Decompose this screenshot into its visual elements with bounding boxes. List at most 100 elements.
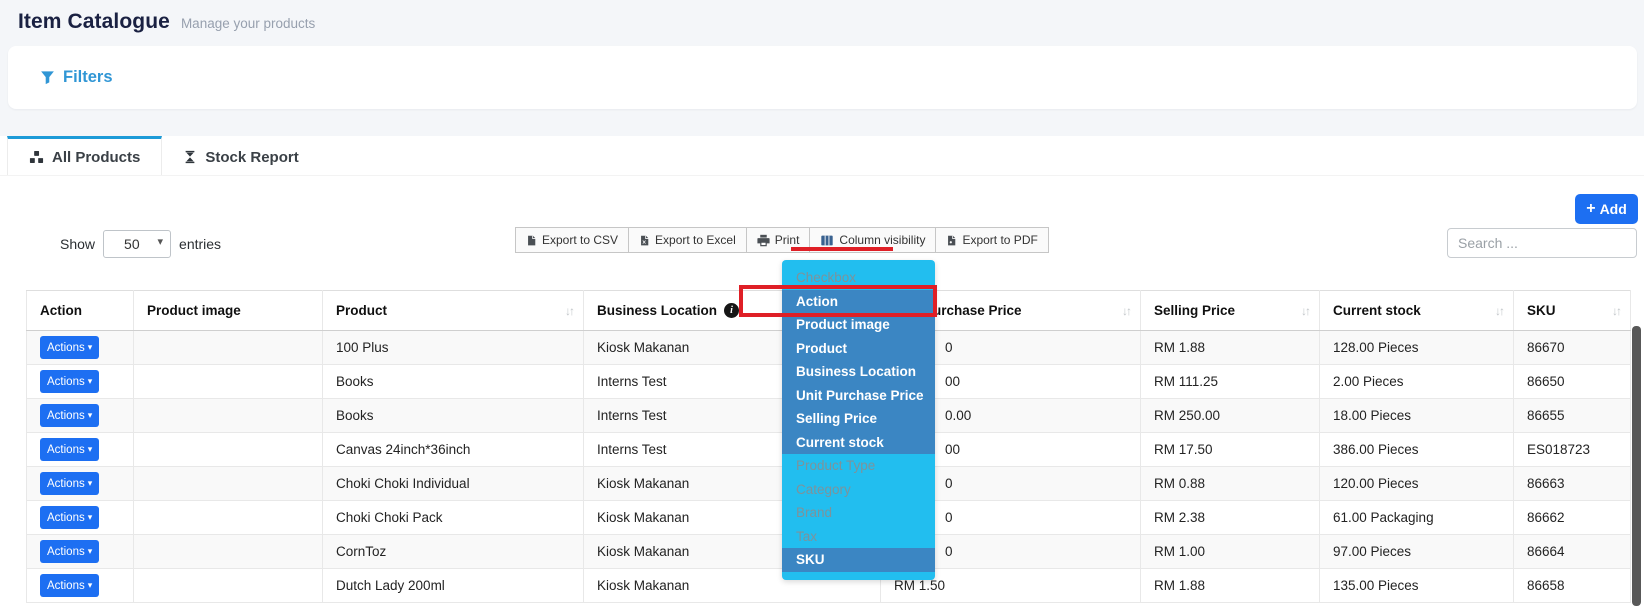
add-button-label: Add	[1600, 201, 1627, 217]
export-label: Export to CSV	[542, 233, 618, 247]
actions-button-label: Actions	[47, 376, 85, 388]
cell-action: Actions▾	[27, 467, 134, 501]
colvis-item-brand[interactable]: Brand	[782, 501, 935, 525]
colvis-item-action[interactable]: Action	[782, 290, 935, 314]
export-csv-button[interactable]: Export to CSV	[515, 227, 629, 253]
page-size-select[interactable]: 50	[103, 230, 171, 258]
cell-selling: RM 17.50	[1141, 433, 1320, 467]
tab-all-products[interactable]: All Products	[7, 136, 162, 175]
entries-label: entries	[179, 236, 221, 252]
page-header: Item Catalogue Manage your products	[18, 10, 315, 34]
colvis-item-product-type[interactable]: Product Type	[782, 454, 935, 478]
colvis-item-business-location[interactable]: Business Location	[782, 360, 935, 384]
file-pdf-icon	[946, 234, 957, 247]
cell-stock: 18.00 Pieces	[1320, 399, 1514, 433]
column-header-label: SKU	[1527, 303, 1556, 318]
search-wrap	[1447, 228, 1637, 258]
cell-selling: RM 1.88	[1141, 569, 1320, 603]
search-input[interactable]	[1447, 228, 1637, 258]
actions-button[interactable]: Actions▾	[40, 574, 99, 597]
column-header-selling-price[interactable]: Selling Price ↓↑	[1141, 291, 1320, 331]
sort-icon: ↓↑	[1301, 304, 1309, 318]
funnel-icon	[40, 70, 55, 85]
actions-button-label: Actions	[47, 512, 85, 524]
cell-product: 100 Plus	[323, 331, 584, 365]
column-header-action: Action	[27, 291, 134, 331]
export-pdf-button[interactable]: Export to PDF	[935, 227, 1048, 253]
cell-product: Books	[323, 399, 584, 433]
caret-down-icon: ▾	[88, 376, 93, 387]
actions-button[interactable]: Actions▾	[40, 336, 99, 359]
cell-image	[134, 331, 323, 365]
colvis-item-sku[interactable]: SKU	[782, 548, 935, 572]
page-title: Item Catalogue	[18, 10, 170, 34]
sort-icon: ↓↑	[1122, 304, 1130, 318]
file-excel-icon	[639, 234, 650, 247]
actions-button[interactable]: Actions▾	[40, 438, 99, 461]
caret-down-icon: ▾	[88, 478, 93, 489]
sort-icon: ↓↑	[1495, 304, 1503, 318]
cell-action: Actions▾	[27, 433, 134, 467]
printer-icon	[757, 234, 770, 247]
add-button[interactable]: + Add	[1575, 194, 1638, 224]
tab-label: Stock Report	[205, 149, 298, 166]
column-header-label: Current stock	[1333, 303, 1421, 318]
actions-button-label: Actions	[47, 478, 85, 490]
cell-action: Actions▾	[27, 501, 134, 535]
colvis-item-category[interactable]: Category	[782, 478, 935, 502]
caret-down-icon: ▾	[88, 580, 93, 591]
export-excel-button[interactable]: Export to Excel	[628, 227, 747, 253]
actions-button[interactable]: Actions▾	[40, 506, 99, 529]
vertical-scrollbar-thumb[interactable]	[1632, 326, 1641, 606]
caret-down-icon: ▾	[88, 512, 93, 523]
cell-action: Actions▾	[27, 399, 134, 433]
cell-action: Actions▾	[27, 535, 134, 569]
tab-label: All Products	[52, 149, 140, 166]
colvis-item-current-stock[interactable]: Current stock	[782, 431, 935, 455]
cell-sku: 86664	[1514, 535, 1631, 569]
column-visibility-menu: CheckboxActionProduct imageProductBusine…	[782, 260, 935, 580]
caret-down-icon: ▾	[88, 342, 93, 353]
hourglass-icon	[183, 150, 197, 164]
cell-stock: 386.00 Pieces	[1320, 433, 1514, 467]
actions-button[interactable]: Actions▾	[40, 404, 99, 427]
colvis-item-tax[interactable]: Tax	[782, 525, 935, 549]
cell-product: Books	[323, 365, 584, 399]
print-button[interactable]: Print	[746, 227, 811, 253]
colvis-item-selling-price[interactable]: Selling Price	[782, 407, 935, 431]
column-header-current-stock[interactable]: Current stock ↓↑	[1320, 291, 1514, 331]
column-header-label: Product	[336, 303, 387, 318]
column-visibility-button[interactable]: Column visibility	[809, 227, 936, 253]
sort-icon: ↓↑	[1612, 304, 1620, 318]
cell-stock: 135.00 Pieces	[1320, 569, 1514, 603]
cell-stock: 120.00 Pieces	[1320, 467, 1514, 501]
column-header-label: Action	[40, 303, 82, 318]
filters-label: Filters	[63, 68, 113, 87]
cell-product: Choki Choki Individual	[323, 467, 584, 501]
cell-image	[134, 569, 323, 603]
colvis-item-product-image[interactable]: Product image	[782, 313, 935, 337]
actions-button[interactable]: Actions▾	[40, 540, 99, 563]
cell-product: Choki Choki Pack	[323, 501, 584, 535]
filters-panel[interactable]: Filters	[8, 46, 1637, 109]
column-header-label: Selling Price	[1154, 303, 1235, 318]
cell-selling: RM 0.88	[1141, 467, 1320, 501]
export-label: Export to Excel	[655, 233, 736, 247]
column-header-sku[interactable]: SKU ↓↑	[1514, 291, 1631, 331]
caret-down-icon: ▾	[88, 546, 93, 557]
tab-bar: All Products Stock Report	[0, 136, 1644, 176]
colvis-item-checkbox[interactable]: Checkbox	[782, 266, 935, 290]
sort-icon: ↓↑	[565, 304, 573, 318]
tab-stock-report[interactable]: Stock Report	[162, 136, 319, 175]
cell-stock: 2.00 Pieces	[1320, 365, 1514, 399]
info-icon[interactable]: i	[724, 303, 739, 318]
export-label: Export to PDF	[962, 233, 1037, 247]
cell-product: CornToz	[323, 535, 584, 569]
page-size-select-wrap: 50	[103, 230, 171, 258]
actions-button[interactable]: Actions▾	[40, 370, 99, 393]
cell-action: Actions▾	[27, 365, 134, 399]
colvis-item-unit-purchase-price[interactable]: Unit Purchase Price	[782, 384, 935, 408]
actions-button[interactable]: Actions▾	[40, 472, 99, 495]
column-header-product[interactable]: Product ↓↑	[323, 291, 584, 331]
colvis-item-product[interactable]: Product	[782, 337, 935, 361]
